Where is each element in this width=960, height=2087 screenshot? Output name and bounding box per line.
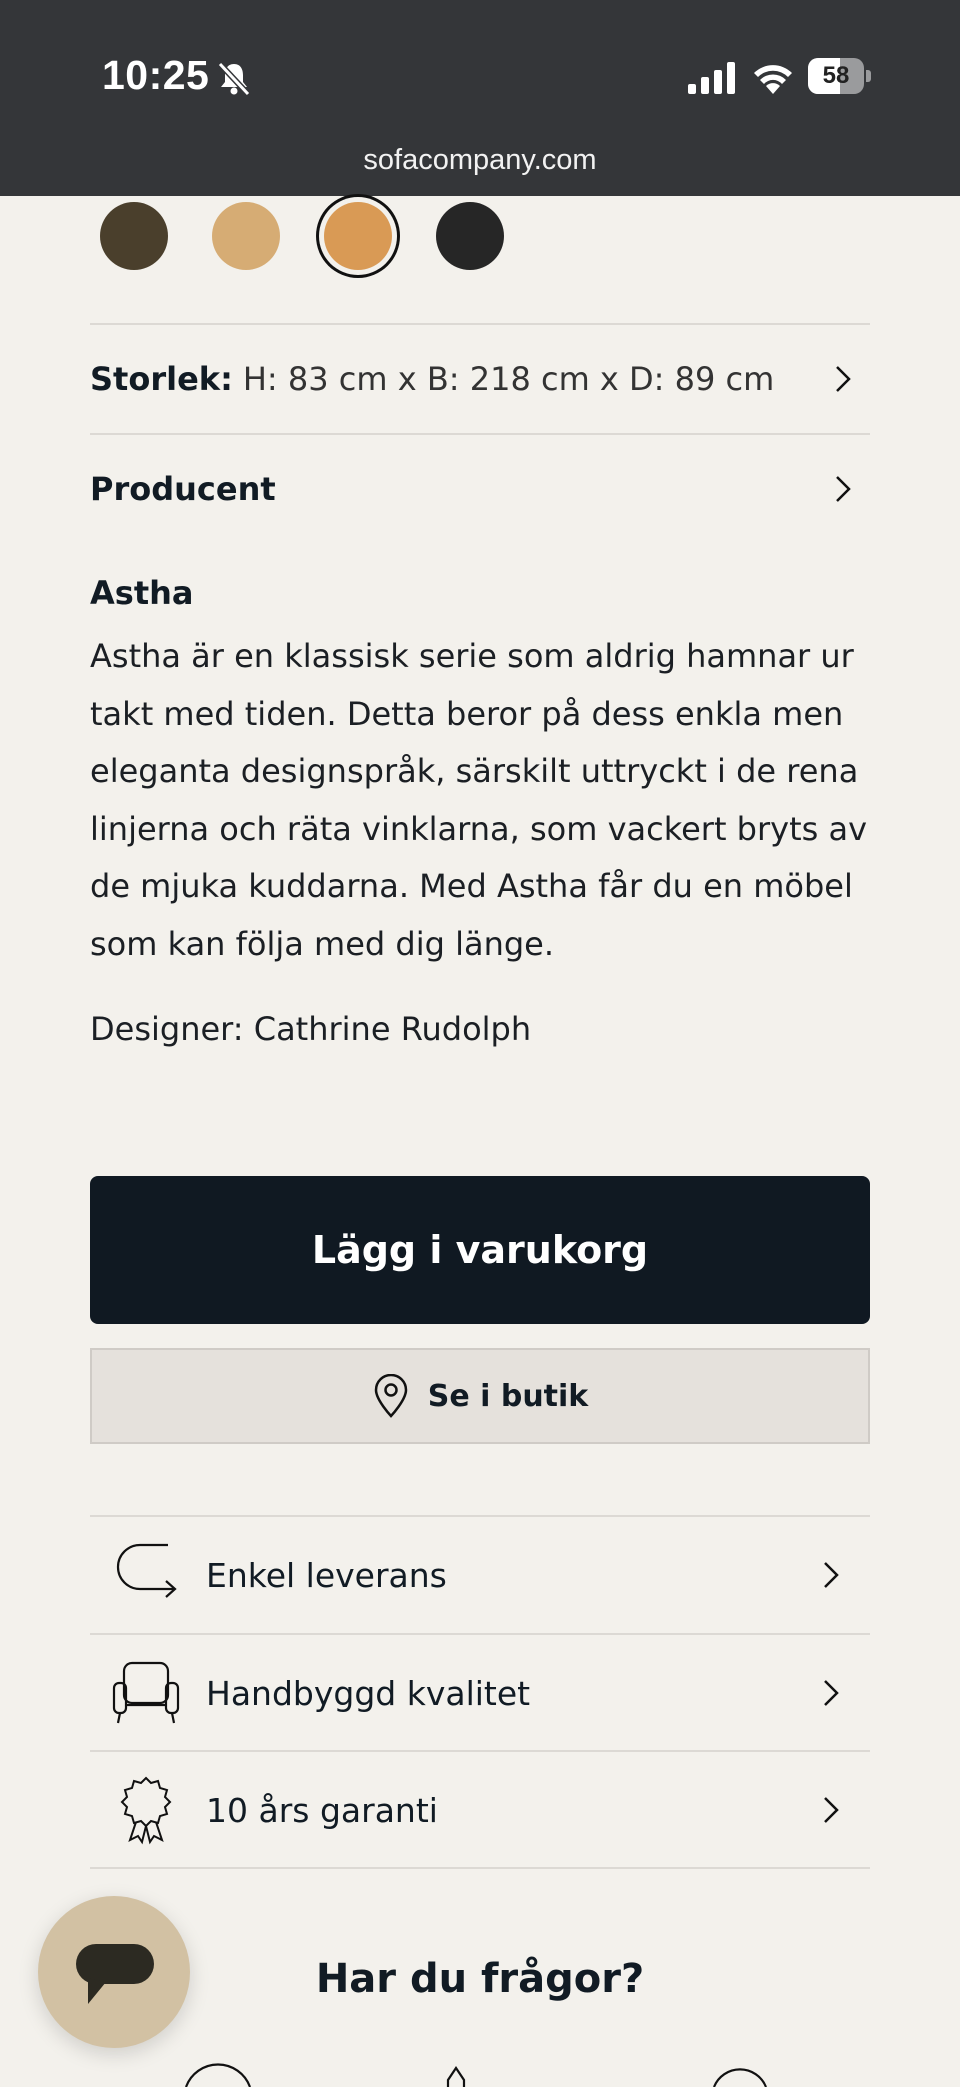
- battery-indicator: 58: [808, 58, 872, 94]
- cellular-signal-icon: [688, 62, 735, 94]
- product-series-title: Astha: [90, 574, 194, 612]
- chevron-right-icon: [824, 1680, 839, 1706]
- address-bar-url[interactable]: sofacompany.com: [0, 144, 960, 177]
- location-pin-icon: [374, 1374, 407, 1418]
- chevron-right-icon: [836, 476, 851, 502]
- award-badge-icon: [120, 1776, 172, 1845]
- wifi-icon: [754, 65, 792, 94]
- chevron-right-icon: [824, 1797, 839, 1823]
- see-in-store-button[interactable]: Se i butik: [90, 1348, 870, 1444]
- feature-row-warranty[interactable]: 10 års garanti: [90, 1752, 870, 1868]
- add-to-cart-button[interactable]: Lägg i varukorg: [90, 1176, 870, 1324]
- feature-label: Enkel leverans: [206, 1555, 447, 1595]
- contact-icons-row: [184, 2063, 768, 2087]
- designer-credit: Designer: Cathrine Rudolph: [90, 1010, 532, 1048]
- chevron-right-icon: [824, 1562, 839, 1588]
- size-label: Storlek:: [90, 360, 233, 398]
- size-row[interactable]: Storlek: H: 83 cm x B: 218 cm x D: 89 cm: [90, 325, 870, 433]
- browser-status-bar: 10:25 58 sofacompany.com: [0, 0, 960, 196]
- swatch-dark-oak[interactable]: [100, 202, 168, 270]
- swatch-black[interactable]: [436, 202, 504, 270]
- feature-label: 10 års garanti: [206, 1790, 438, 1830]
- chevron-right-icon: [836, 366, 851, 392]
- battery-percent: 58: [822, 62, 850, 89]
- clock: 10:25: [102, 52, 210, 98]
- chat-widget-button[interactable]: [38, 1896, 190, 2048]
- swatch-light-oak[interactable]: [212, 202, 280, 270]
- muted-bell-icon: [217, 61, 251, 97]
- see-in-store-label: Se i butik: [427, 1378, 589, 1414]
- chat-icon: [76, 1944, 154, 2004]
- swatch-natural-oak[interactable]: [324, 202, 392, 270]
- feature-row-delivery[interactable]: Enkel leverans: [90, 1517, 870, 1633]
- producer-label: Producent: [90, 470, 276, 508]
- product-description: Astha är en klassisk serie som aldrig ha…: [90, 637, 868, 963]
- feature-row-quality[interactable]: Handbyggd kvalitet: [90, 1635, 870, 1751]
- delivery-arrow-icon: [116, 1543, 177, 1598]
- producer-row[interactable]: Producent: [90, 435, 870, 543]
- size-value: H: 83 cm x B: 218 cm x D: 89 cm: [242, 360, 775, 398]
- feature-label: Handbyggd kvalitet: [206, 1673, 531, 1713]
- divider: [90, 1867, 870, 1869]
- armchair-icon: [112, 1661, 180, 1724]
